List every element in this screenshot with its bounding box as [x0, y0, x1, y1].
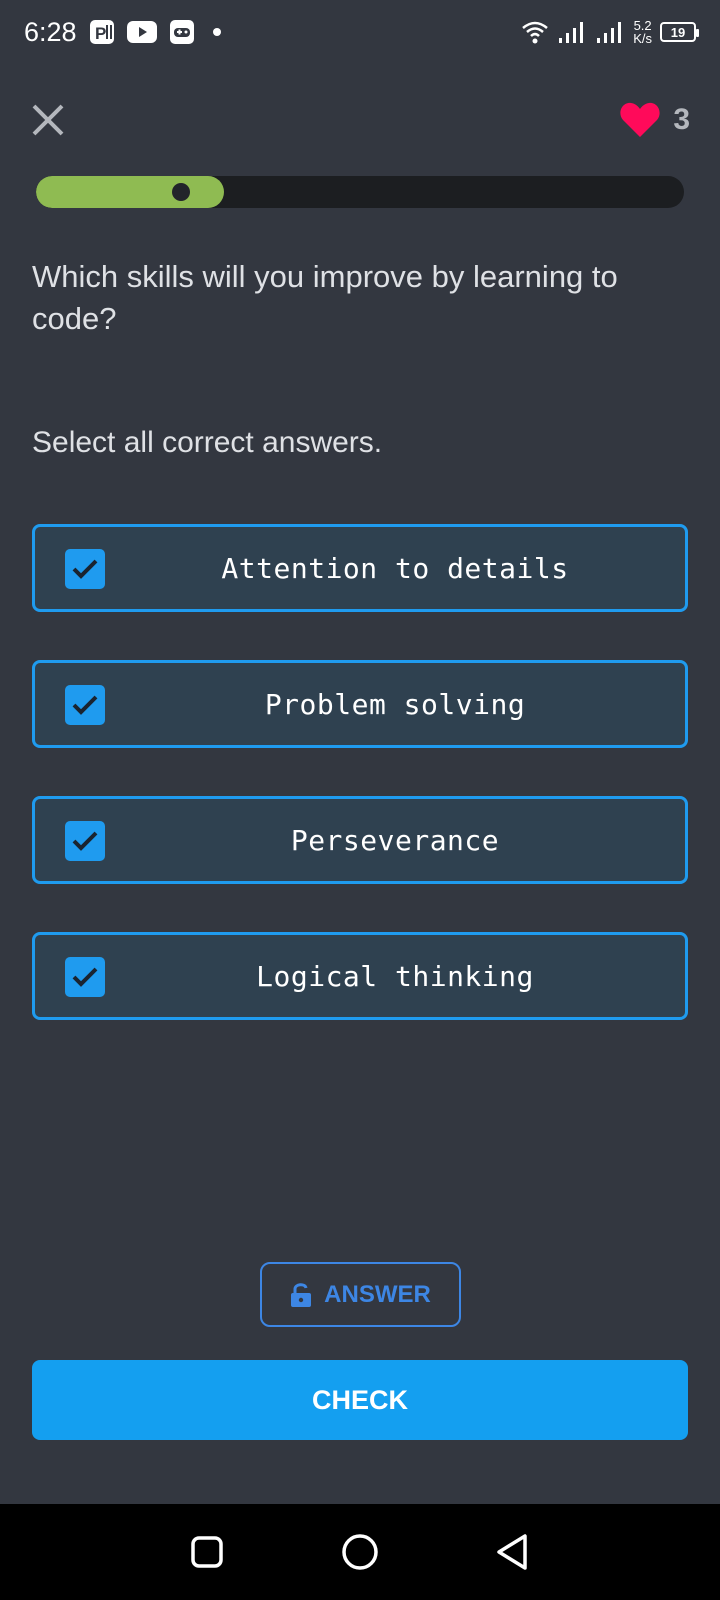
navigation-bar: [0, 1504, 720, 1600]
progress-fill: [36, 176, 224, 208]
checkbox-checked[interactable]: [65, 685, 105, 725]
close-icon: [32, 104, 64, 136]
option-label: Logical thinking: [256, 959, 534, 993]
option-logical-thinking[interactable]: Logical thinking: [32, 932, 688, 1020]
svg-text:P: P: [95, 24, 106, 43]
check-button[interactable]: CHECK: [32, 1360, 688, 1440]
lives-indicator: 3: [619, 100, 690, 140]
instruction-text: Select all correct answers.: [32, 426, 383, 459]
progress-bar: [36, 176, 684, 208]
net-speed-unit: K/s: [633, 31, 652, 46]
option-attention-to-details[interactable]: Attention to details: [32, 524, 688, 612]
checkmark-icon: [72, 559, 98, 579]
status-right: 5.2 K/s 19: [521, 19, 699, 45]
checkbox-checked[interactable]: [65, 957, 105, 997]
recents-square-icon: [190, 1536, 223, 1568]
status-time: 6:28: [24, 16, 77, 47]
signal-icon: [595, 20, 625, 44]
home-circle-icon: [342, 1534, 378, 1570]
battery-level: 19: [670, 24, 686, 40]
option-label: Problem solving: [264, 687, 526, 721]
option-label: Perseverance: [290, 823, 500, 857]
option-problem-solving[interactable]: Problem solving: [32, 660, 688, 748]
recents-button[interactable]: [183, 1528, 231, 1576]
dot-icon: [207, 22, 227, 42]
question-text: Which skills will you improve by learnin…: [32, 259, 618, 336]
option-label: Attention to details: [221, 551, 569, 585]
progress-knob: [172, 183, 190, 201]
option-perseverance[interactable]: Perseverance: [32, 796, 688, 884]
checkbox-checked[interactable]: [65, 821, 105, 861]
checkbox-checked[interactable]: [65, 549, 105, 589]
youtube-icon: [126, 21, 157, 43]
back-button[interactable]: [489, 1528, 537, 1576]
heart-icon: [620, 102, 660, 137]
back-triangle-icon: [497, 1534, 528, 1570]
answer-label: ANSWER: [324, 1280, 431, 1308]
parking-app-icon: P: [89, 19, 115, 45]
checkmark-icon: [72, 831, 98, 851]
signal-icon: [557, 20, 587, 44]
options-list: Attention to details Problem solving Per…: [32, 524, 688, 1068]
status-bar: 6:28 P 5.2 K/s 19: [0, 0, 720, 64]
battery-icon: 19: [660, 22, 699, 42]
unlock-icon: [291, 1282, 312, 1307]
checkmark-icon: [72, 967, 98, 987]
close-button[interactable]: [28, 100, 68, 140]
status-left: 6:28 P: [24, 17, 227, 48]
answer-button[interactable]: ANSWER: [260, 1262, 461, 1327]
check-label: CHECK: [311, 1384, 408, 1415]
checkmark-icon: [72, 695, 98, 715]
wifi-icon: [521, 19, 549, 45]
net-speed: 5.2 K/s: [633, 19, 652, 45]
game-controller-icon: [169, 19, 195, 45]
home-button[interactable]: [336, 1528, 384, 1576]
lives-count: 3: [673, 103, 690, 136]
